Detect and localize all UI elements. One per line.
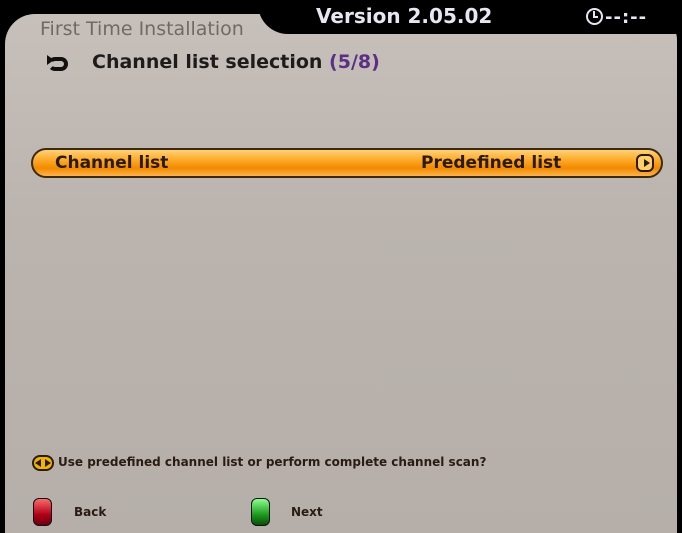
step-arrow-icon <box>47 55 68 71</box>
red-key-icon[interactable] <box>33 498 52 526</box>
option-label: Channel list <box>55 153 169 173</box>
back-button-label[interactable]: Back <box>74 505 106 519</box>
version-label: Version 2.05.02 <box>316 4 493 28</box>
clock-time: --:-- <box>605 7 648 28</box>
green-key-icon[interactable] <box>251 498 270 526</box>
next-button-label[interactable]: Next <box>291 505 323 519</box>
page-title: First Time Installation <box>40 18 244 40</box>
step-heading: Channel list selection (5/8) <box>92 51 380 73</box>
clock-icon <box>586 8 603 25</box>
hint-text: Use predefined channel list or perform c… <box>58 455 487 469</box>
option-value: Predefined list <box>421 153 562 173</box>
left-right-arrows-icon <box>32 455 54 471</box>
channel-list-option[interactable]: Channel list Predefined list <box>31 148 663 178</box>
step-counter: (5/8) <box>329 51 380 73</box>
right-arrow-icon[interactable] <box>636 154 654 172</box>
step-title: Channel list selection <box>92 51 323 73</box>
clock-display: --:-- <box>586 7 647 28</box>
